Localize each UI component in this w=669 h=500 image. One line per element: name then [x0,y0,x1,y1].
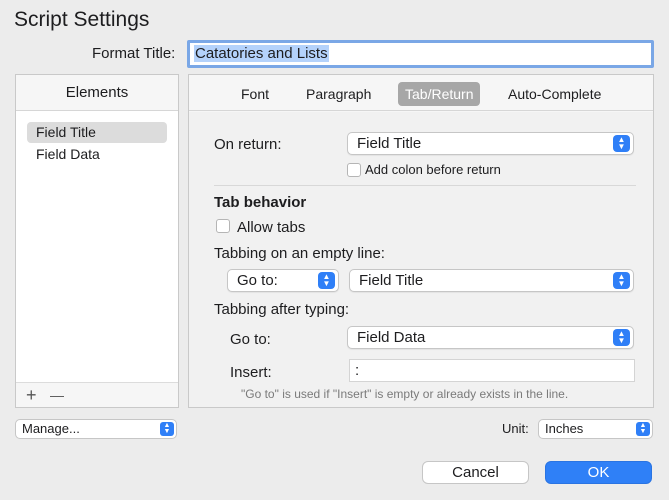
chevron-up-down-icon: ▲ ▼ [613,329,630,346]
manage-popup[interactable]: Manage... ▲ ▼ [15,419,177,439]
manage-label: Manage... [22,421,80,436]
tab-tab-return[interactable]: Tab/Return [398,82,481,106]
unit-popup[interactable]: Inches ▲ ▼ [538,419,653,439]
chevron-up-down-icon: ▲ ▼ [160,422,174,436]
format-title-value: Catatories and Lists [194,45,329,62]
on-return-label: On return: [214,136,282,153]
insert-field[interactable]: : [349,359,635,382]
section-divider [214,185,636,186]
chevron-up-down-icon: ▲ ▼ [636,422,650,436]
insert-hint: "Go to" is used if "Insert" is empty or … [241,387,569,401]
tab-paragraph[interactable]: Paragraph [299,82,378,106]
goto-label: Go to: [230,331,271,348]
tab-behavior-heading: Tab behavior [214,194,307,211]
tab-bar: Font Paragraph Tab/Return Auto-Complete [189,75,653,111]
goto-popup[interactable]: Field Data ▲ ▼ [347,326,634,349]
format-title-input[interactable]: Catatories and Lists [187,40,654,68]
empty-line-action-value: Go to: [237,272,278,289]
on-return-value: Field Title [357,135,422,152]
unit-value: Inches [545,421,584,436]
elements-panel: Elements Field Title Field Data + — [15,74,179,408]
empty-line-target-popup[interactable]: Field Title ▲ ▼ [349,269,634,292]
tab-return-content: On return: Field Title ▲ ▼ Add colon befo… [189,112,653,407]
remove-element-button[interactable]: — [50,384,64,406]
add-colon-checkbox[interactable] [347,163,361,177]
after-typing-label: Tabbing after typing: [214,301,350,318]
tab-font[interactable]: Font [234,82,276,106]
element-item-field-data[interactable]: Field Data [27,144,167,165]
window-title: Script Settings [14,8,150,31]
cancel-button[interactable]: Cancel [422,461,529,484]
format-title-label: Format Title: [92,45,176,62]
empty-line-target-value: Field Title [359,272,424,289]
insert-label: Insert: [230,364,272,381]
empty-line-action-popup[interactable]: Go to: ▲ ▼ [227,269,339,292]
allow-tabs-label: Allow tabs [237,219,306,236]
on-return-popup[interactable]: Field Title ▲ ▼ [347,132,634,155]
add-colon-label: Add colon before return [365,162,501,177]
chevron-up-down-icon: ▲ ▼ [613,272,630,289]
add-element-button[interactable]: + [26,384,37,406]
elements-footer: + — [16,382,178,407]
goto-value: Field Data [357,329,426,346]
empty-line-label: Tabbing on an empty line: [214,245,385,262]
elements-header: Elements [16,75,178,111]
element-item-field-title[interactable]: Field Title [27,122,167,143]
ok-button[interactable]: OK [545,461,652,484]
tab-auto-complete[interactable]: Auto-Complete [501,82,608,106]
settings-panel: Font Paragraph Tab/Return Auto-Complete … [188,74,654,408]
chevron-up-down-icon: ▲ ▼ [318,272,335,289]
allow-tabs-checkbox[interactable] [216,219,230,233]
unit-label: Unit: [502,421,529,436]
chevron-up-down-icon: ▲ ▼ [613,135,630,152]
